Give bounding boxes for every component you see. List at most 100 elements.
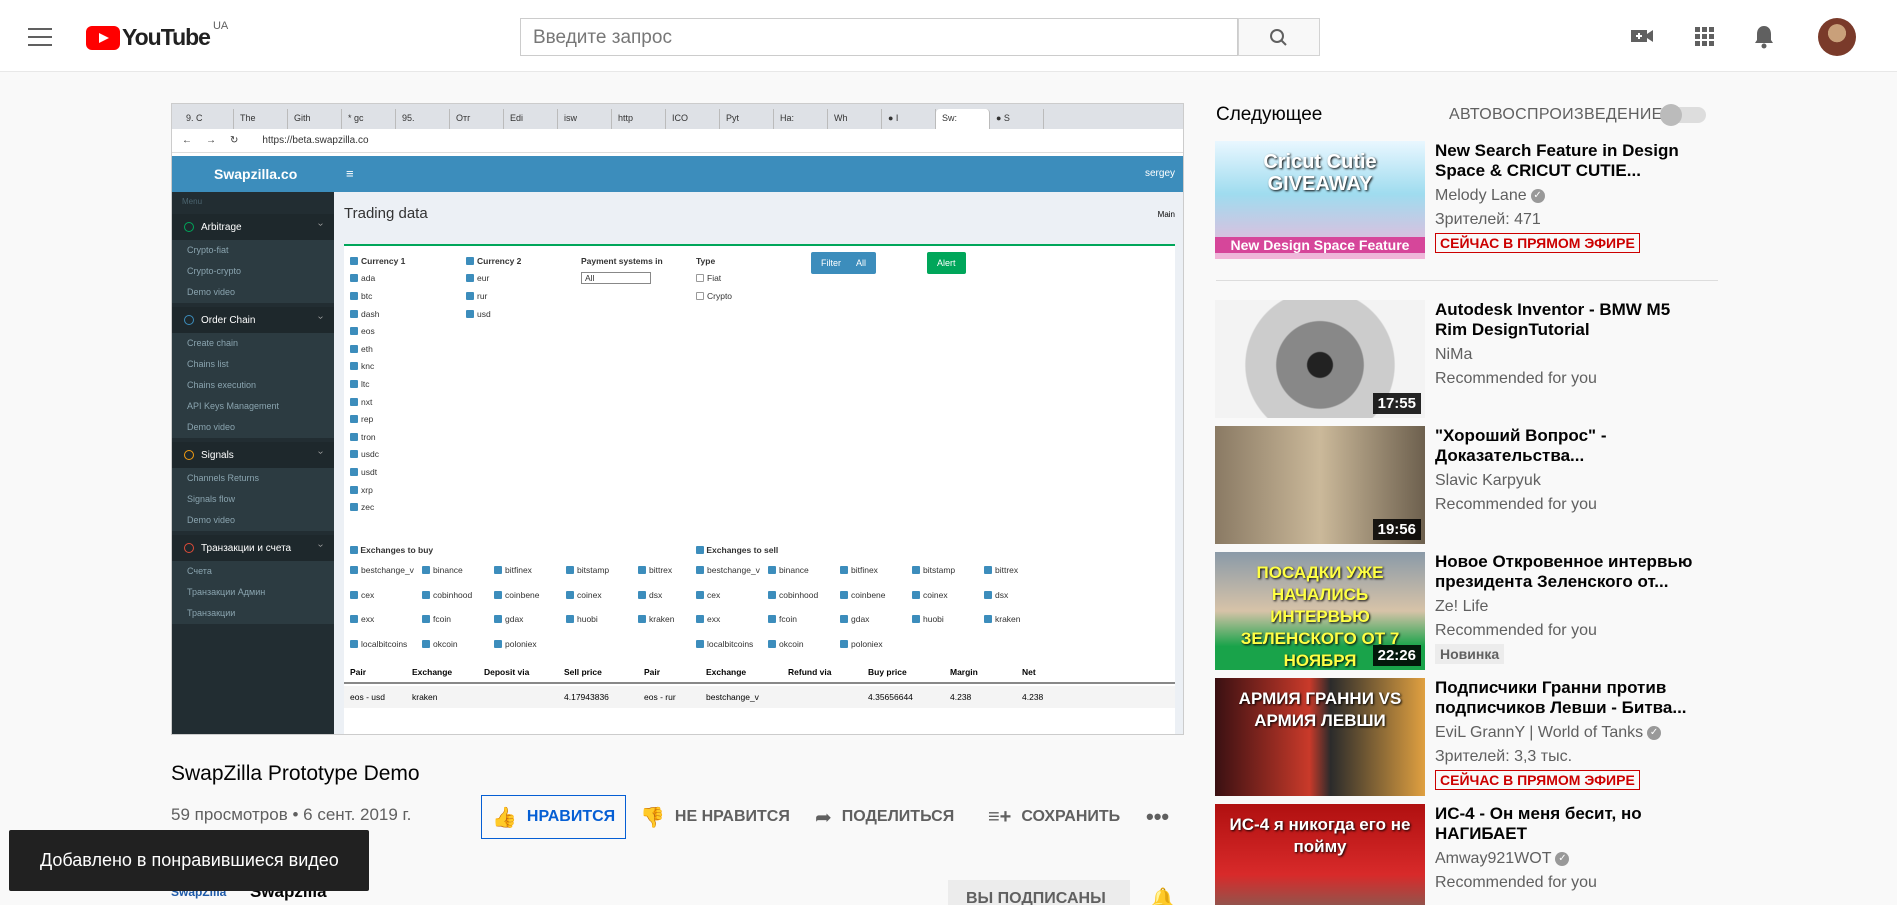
video-thumbnail[interactable]: ПОСАДКИ УЖЕ НАЧАЛИСЬ ИНТЕРВЬЮ ЗЕЛЕНСКОГО… — [1215, 552, 1425, 670]
checkbox-row: eos — [350, 322, 405, 340]
checkbox-icon — [350, 566, 358, 575]
checkbox-icon — [984, 590, 992, 599]
checkbox-icon — [696, 639, 704, 648]
exchange-checkbox: coinbene — [840, 590, 912, 600]
video-card-title[interactable]: Autodesk Inventor - BMW M5 Rim DesignTut… — [1435, 300, 1705, 340]
search-input[interactable]: Введите запрос — [520, 18, 1238, 56]
table-cell: bestchange_v — [706, 692, 759, 702]
sidebar-item: Channels Returns — [172, 468, 334, 489]
exchange-label: coinbene — [851, 589, 886, 600]
checkbox-icon — [422, 590, 430, 599]
table-cell: 4.238 — [1022, 692, 1044, 702]
checkbox-icon — [638, 590, 646, 599]
browser-tab: * gc — [342, 109, 396, 129]
video-card-title[interactable]: "Хороший Вопрос" - Доказательства... — [1435, 426, 1705, 466]
video-thumbnail[interactable]: ИС-4 я никогда его не пойму — [1215, 804, 1425, 905]
checkbox-label: knc — [361, 361, 375, 372]
checkbox-icon — [466, 274, 474, 283]
video-card-channel: EviL GrannY | World of Tanks ✓ — [1435, 724, 1662, 742]
checkbox-icon — [768, 566, 776, 575]
more-actions-icon[interactable]: ••• — [1146, 795, 1169, 839]
video-thumbnail[interactable]: 17:55 — [1215, 300, 1425, 418]
exchange-label: poloniex — [505, 638, 537, 649]
search-button[interactable] — [1238, 18, 1320, 56]
checkbox-label: Crypto — [707, 290, 733, 301]
video-card-meta: Recommended for you — [1435, 622, 1597, 639]
autoplay-toggle[interactable] — [1660, 104, 1706, 126]
checkbox-label: dash — [361, 308, 380, 319]
checkbox-icon — [912, 590, 920, 599]
create-video-icon[interactable] — [1628, 22, 1656, 50]
exchange-checkbox: exx — [350, 614, 422, 624]
table-cell: 4.35656644 — [868, 692, 913, 702]
notifications-icon[interactable] — [1750, 22, 1778, 50]
exchange-checkbox: exx — [696, 614, 768, 624]
exchange-checkbox: gdax — [494, 614, 566, 624]
checkbox-icon — [840, 615, 848, 624]
menu-icon[interactable] — [28, 28, 52, 46]
checkbox-row: zec — [350, 498, 405, 516]
subscribed-button[interactable]: ВЫ ПОДПИСАНЫ — [948, 880, 1130, 905]
recommended-video[interactable]: ИС-4 я никогда его не пойму ИС-4 - Он мен… — [1215, 804, 1735, 905]
video-card-title[interactable]: Подписчики Гранни против подписчиков Лев… — [1435, 678, 1705, 718]
youtube-logo[interactable]: YouTube UA — [86, 20, 228, 51]
exchange-checkbox: fcoin — [422, 614, 494, 624]
column-header: Pair — [644, 667, 661, 677]
checkbox-label: usd — [477, 308, 491, 319]
share-button[interactable]: ➦ ПОДЕЛИТЬСЯ — [815, 795, 954, 839]
verified-icon: ✓ — [1647, 725, 1662, 740]
video-player[interactable]: 9. C The Gith * gc 95. Отг Edi isw http ICO Pyt Ha:… — [171, 103, 1184, 735]
channel-name: Melody Lane — [1435, 187, 1527, 204]
checkbox-icon — [840, 590, 848, 599]
sidebar-item: Транзакции — [172, 603, 334, 624]
video-card-title[interactable]: New Search Feature in Design Space & CRI… — [1435, 141, 1705, 181]
exchange-label: bittrex — [649, 565, 673, 576]
url-text: https://beta.swapzilla.co — [262, 135, 369, 146]
bell-icon[interactable]: 🔔 — [1150, 886, 1175, 905]
checkbox-row: usd — [466, 305, 521, 323]
user-avatar[interactable] — [1818, 18, 1856, 56]
recommended-video[interactable]: АРМИЯ ГРАННИ VS АРМИЯ ЛЕВШИ Подписчики Гр… — [1215, 678, 1735, 796]
video-thumbnail[interactable]: АРМИЯ ГРАННИ VS АРМИЯ ЛЕВШИ — [1215, 678, 1425, 796]
checkbox-label: ltc — [361, 378, 370, 389]
checkbox-icon — [768, 590, 776, 599]
recommended-video[interactable]: ПОСАДКИ УЖЕ НАЧАЛИСЬ ИНТЕРВЬЮ ЗЕЛЕНСКОГО… — [1215, 552, 1735, 670]
playlist-add-icon: ≡+ — [988, 805, 1012, 828]
filter-panel: Currency 1 ada btc dash eos eth knc ltc nxt rep tr… — [344, 244, 1175, 734]
apps-icon[interactable] — [1690, 22, 1718, 50]
video-card-title[interactable]: Новое Откровенное интервью президента Зе… — [1435, 552, 1705, 592]
video-thumbnail[interactable]: 19:56 — [1215, 426, 1425, 544]
checkbox-label: rep — [361, 414, 374, 425]
checkbox-row: tron — [350, 428, 405, 446]
duration-badge: 17:55 — [1372, 393, 1421, 414]
dislike-button[interactable]: 👎 НЕ НРАВИТСЯ — [640, 795, 790, 839]
thumbnail-text: АРМИЯ ГРАННИ VS АРМИЯ ЛЕВШИ — [1238, 689, 1402, 730]
checkbox-icon — [566, 615, 574, 624]
sidebar-item: Транзакции Админ — [172, 582, 334, 603]
recommended-video[interactable]: 17:55 Autodesk Inventor - BMW M5 Rim Desi… — [1215, 300, 1735, 418]
sidebar-item: Create chain — [172, 333, 334, 354]
thumbnail-subtext: New Design Space Feature — [1215, 237, 1425, 253]
channel-name: Amway921WOT — [1435, 850, 1552, 867]
save-button[interactable]: ≡+ СОХРАНИТЬ — [988, 795, 1120, 839]
autoplay-label: АВТОВОСПРОИЗВЕДЕНИЕ — [1449, 106, 1663, 123]
exchange-label: okcoin — [779, 638, 804, 649]
video-thumbnail[interactable]: Cricut Cutie GIVEAWAY New Design Space Fe… — [1215, 141, 1425, 259]
checkbox-icon — [422, 566, 430, 575]
column-header: Refund via — [788, 667, 832, 677]
channel-name: Ze! Life — [1435, 598, 1489, 615]
video-card-title[interactable]: ИС-4 - Он меня бесит, но НАГИБАЕТ — [1435, 804, 1705, 844]
checkbox-label: eos — [361, 326, 375, 337]
exchange-label: kraken — [649, 614, 675, 625]
sidebar-section-1: Order Chain — [172, 307, 334, 333]
checkbox-icon — [350, 344, 358, 353]
browser-tab: http — [612, 109, 666, 129]
exchange-row: localbitcoins okcoin poloniex — [350, 632, 710, 657]
checkbox-row: Crypto — [696, 287, 732, 305]
like-button[interactable]: 👍 НРАВИТСЯ — [481, 795, 627, 839]
browser-tab: ● I — [882, 109, 936, 129]
exchange-label: localbitcoins — [361, 638, 408, 649]
recommended-video[interactable]: Cricut Cutie GIVEAWAY New Design Space Fe… — [1215, 141, 1735, 259]
exchange-label: bittrex — [995, 565, 1019, 576]
recommended-video[interactable]: 19:56 "Хороший Вопрос" - Доказательства..… — [1215, 426, 1735, 544]
